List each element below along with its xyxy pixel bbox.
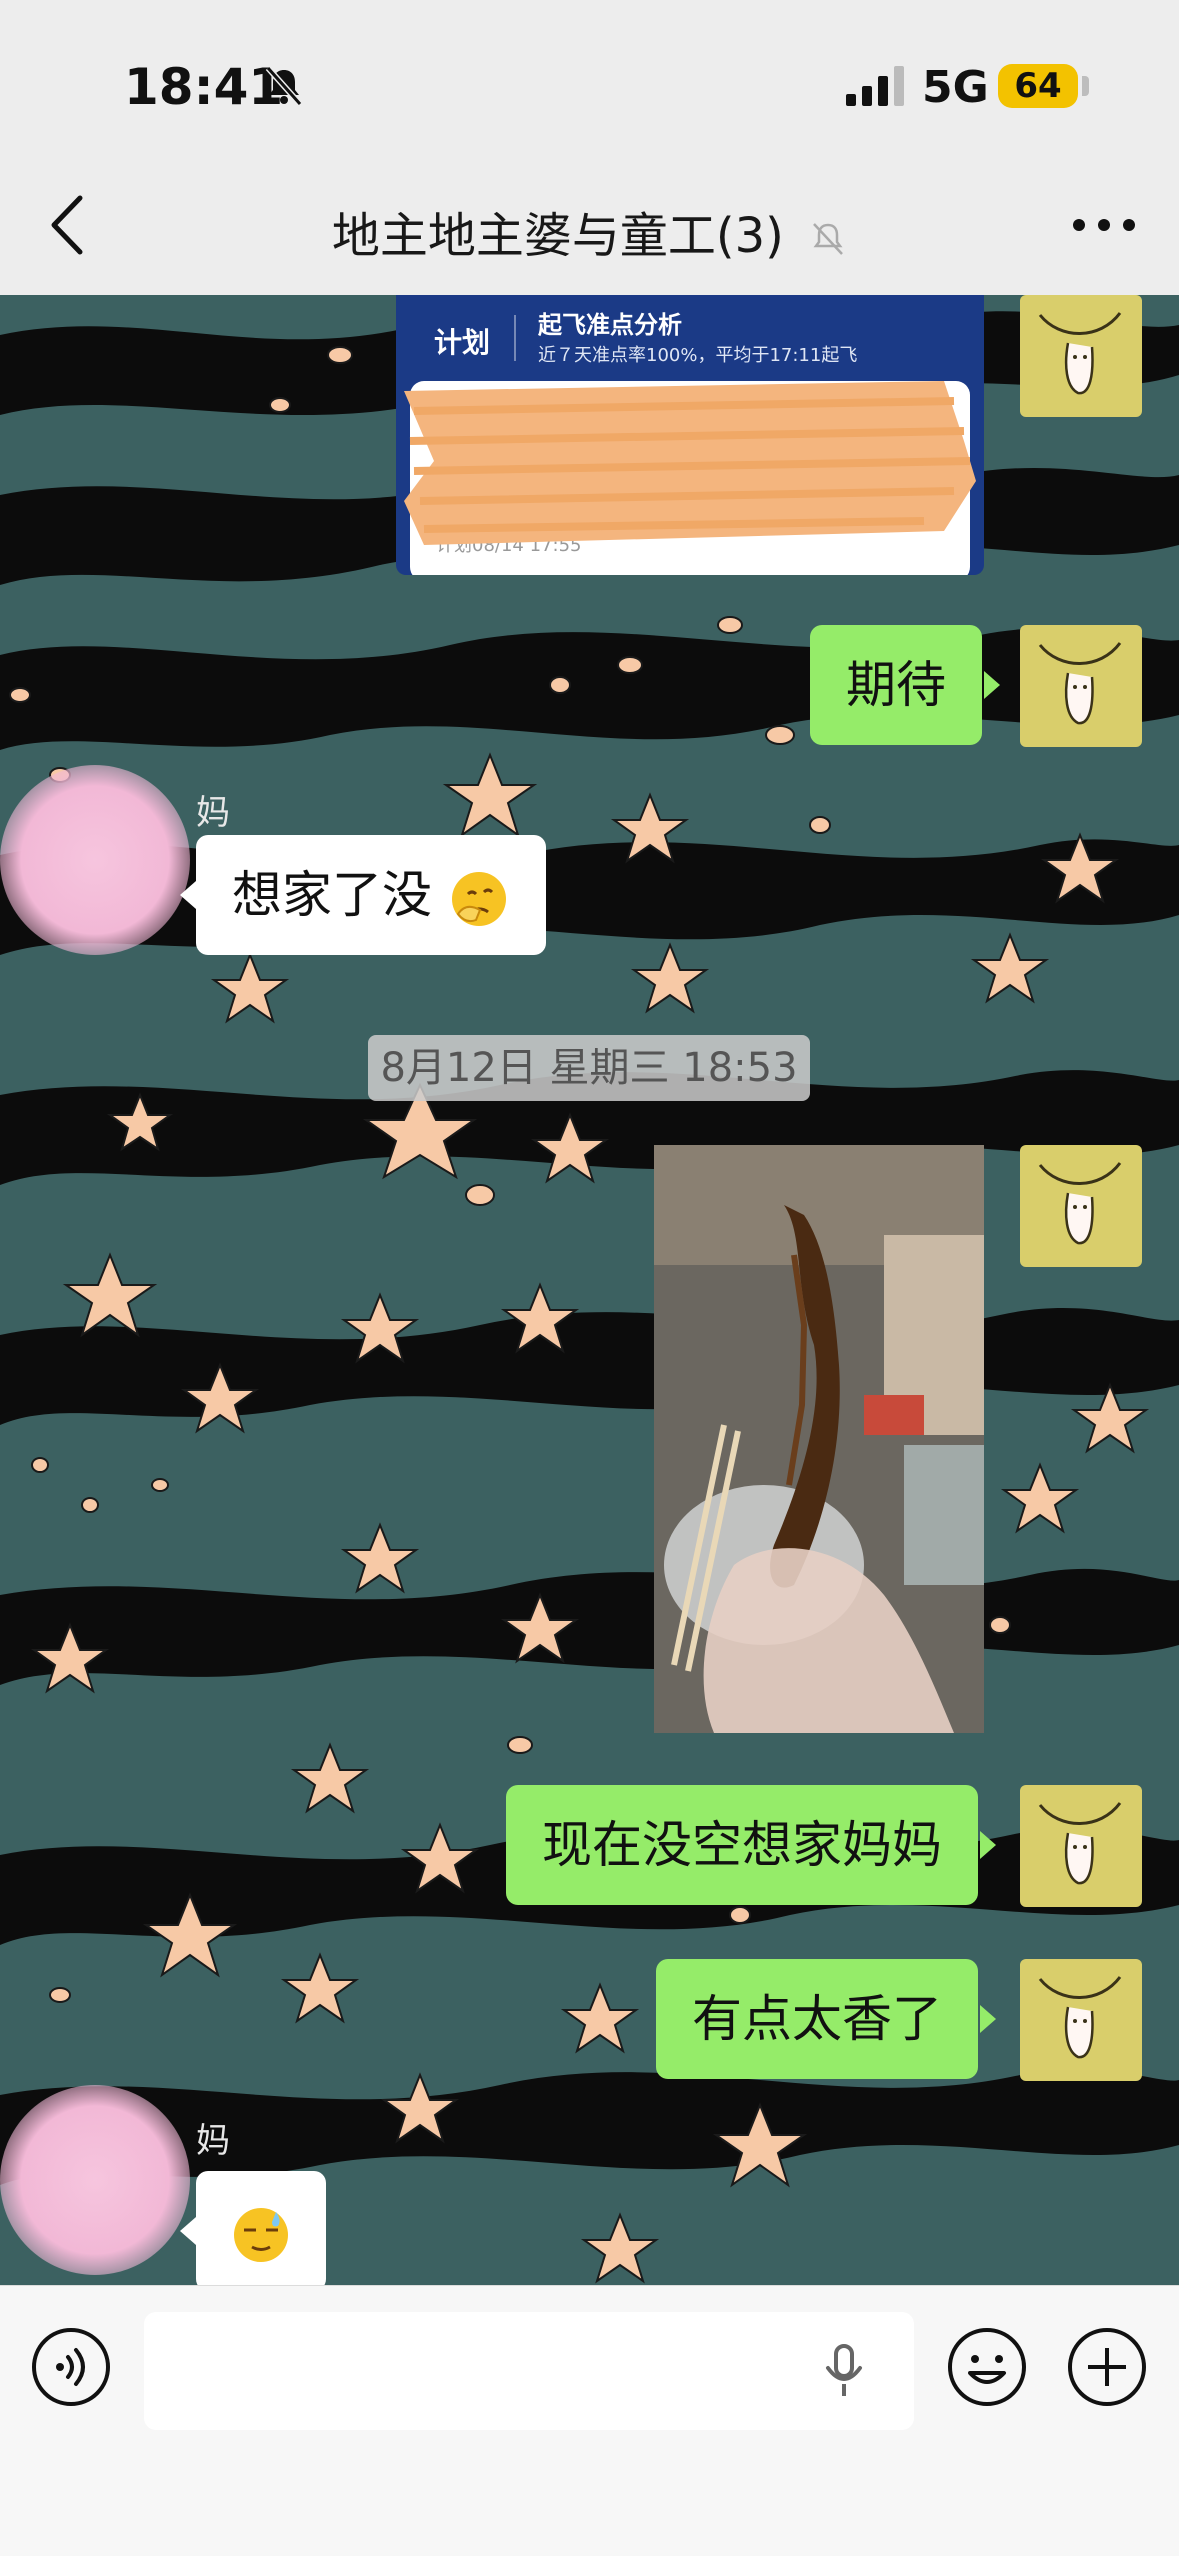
my-avatar[interactable] [1020,1145,1142,1267]
cat-sticker-icon [1038,312,1122,395]
food-photo[interactable] [654,1145,984,1733]
cat-sticker-icon [1038,642,1122,725]
bell-slash-icon [265,66,303,106]
plus-icon[interactable] [1066,2326,1148,2408]
message-text: 期待 [846,656,946,714]
food-photo-image [654,1145,984,1733]
input-bar [0,2285,1179,2556]
redaction-scribble [404,381,976,545]
mom-avatar[interactable] [0,765,190,955]
message-text: 想家了没 [232,866,432,924]
message-bubble[interactable]: 现在没空想家妈妈 [506,1785,996,1905]
flight-card-tab: 计划 [434,326,491,359]
bell-slash-icon [813,223,844,255]
chat-title-row: 地主地主婆与童工(3) [0,196,1179,266]
message-bubble[interactable]: 想家了没 [180,835,546,955]
cat-sticker-icon [1038,1976,1122,2059]
cat-sticker-icon [1038,1802,1122,1885]
flight-card-heading: 起飞准点分析 [538,311,682,339]
flight-card-subtext: 近７天准点率100%，平均于17:11起飞 [538,345,858,366]
status-time: 18:41 [124,58,284,116]
chat-area[interactable]: 计划 起飞准点分析 近７天准点率100%，平均于17:11起飞 预 达 计划08… [0,295,1179,2285]
message-bubble[interactable]: 有点太香了 [656,1959,996,2079]
voice-icon[interactable] [30,2326,112,2408]
cat-sticker-icon [1038,1162,1122,1245]
mom-avatar[interactable] [0,2085,190,2275]
top-bar: 18:41 5G 64 地主地主婆与童工(3) [0,0,1179,295]
flight-card-divider [514,315,516,361]
my-avatar[interactable] [1020,295,1142,417]
message-bubble[interactable] [180,2171,326,2285]
sender-name: 妈 [196,2121,230,2161]
timestamp-divider: 8月12日 星期三 18:53 [368,1035,810,1101]
sender-name: 妈 [196,793,230,833]
battery-level: 64 [998,64,1078,108]
my-avatar[interactable] [1020,1959,1142,2081]
message-text: 现在没空想家妈妈 [542,1816,942,1874]
my-avatar[interactable] [1020,625,1142,747]
message-bubble[interactable]: 期待 [810,625,1000,745]
thinking-face-icon [451,871,506,926]
message-input[interactable] [144,2312,914,2430]
chat-title[interactable]: 地主地主婆与童工(3) [332,208,784,264]
microphone-icon[interactable] [814,2340,874,2402]
network-type: 5G [922,62,989,113]
my-avatar[interactable] [1020,1785,1142,1907]
battery-tip [1082,76,1089,96]
smiley-icon[interactable] [946,2326,1028,2408]
message-text: 有点太香了 [692,1990,942,2048]
chat-wallpaper [0,295,1179,2285]
flight-card[interactable]: 计划 起飞准点分析 近７天准点率100%，平均于17:11起飞 预 达 计划08… [396,295,984,575]
sweat-smile-face-icon [234,2207,288,2262]
signal-icon [846,66,904,106]
more-dots-icon[interactable] [1069,212,1139,238]
